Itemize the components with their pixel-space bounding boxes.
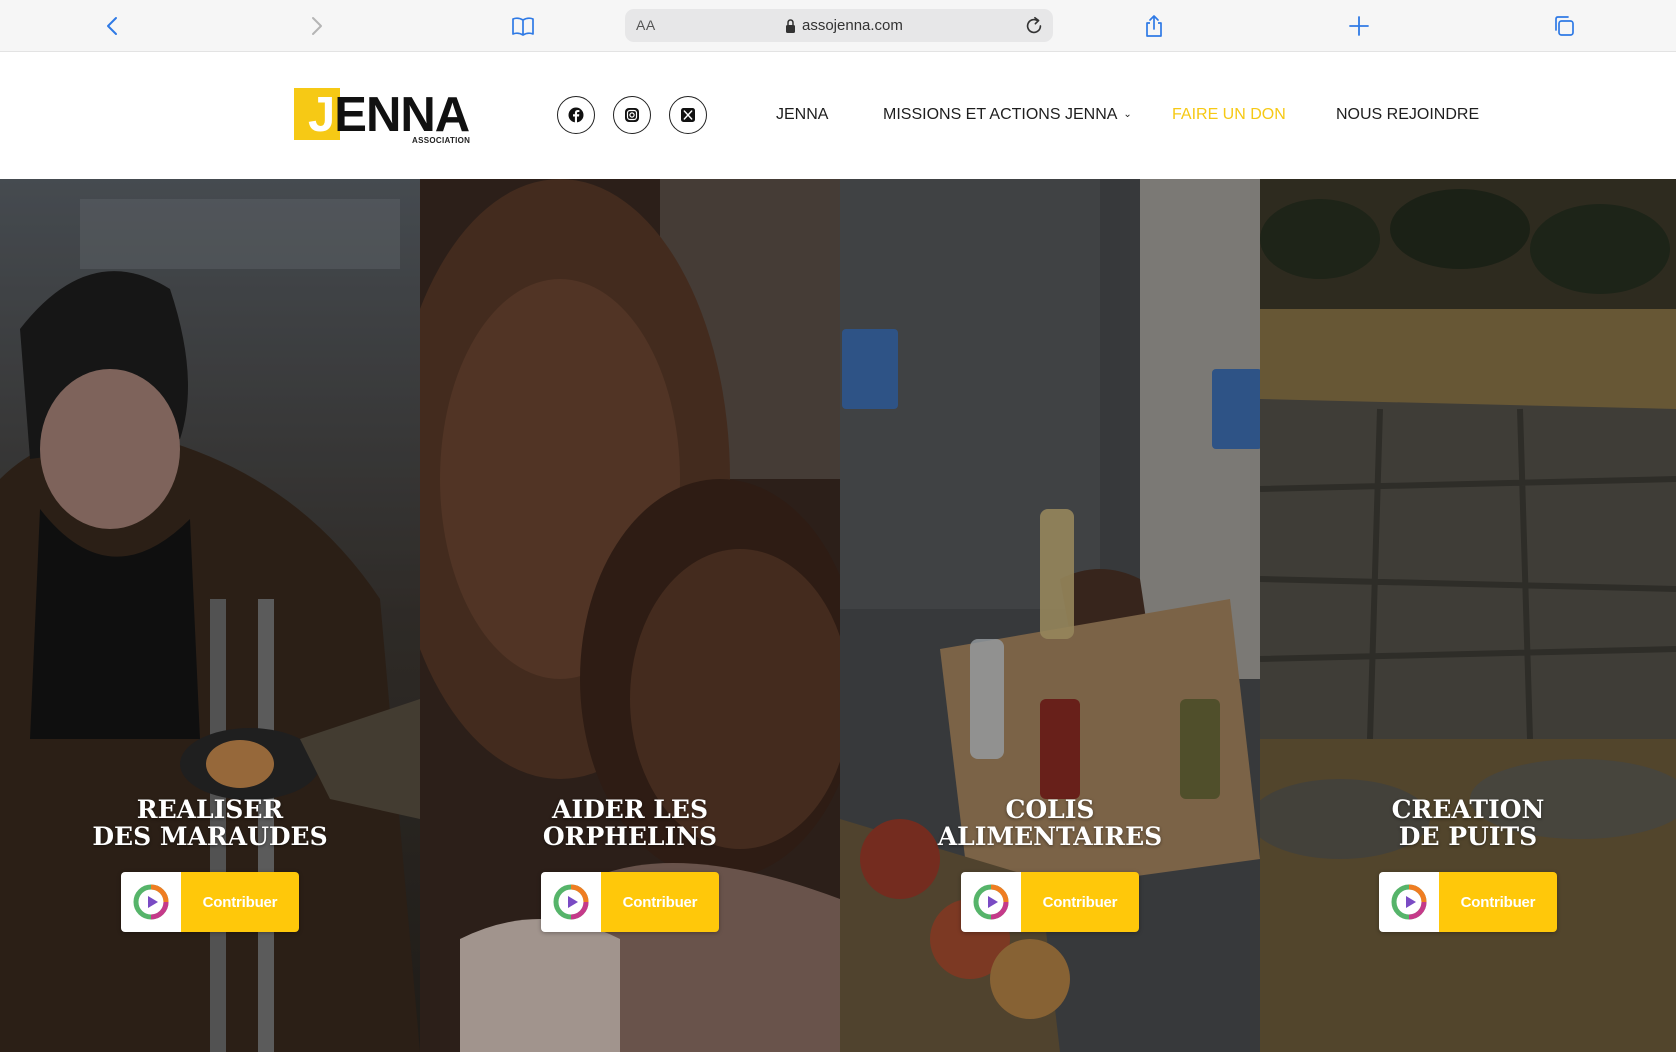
panel-title: AIDER LES ORPHELINS — [542, 795, 718, 851]
panel-title: REALISER DES MARAUDES — [92, 795, 328, 851]
contribute-label: Contribuer — [1439, 872, 1557, 932]
contribute-button[interactable]: Contribuer — [1379, 872, 1557, 932]
logo-name: ENNA — [334, 88, 470, 142]
donation-logo-icon — [133, 884, 169, 920]
url-text: assojenna.com — [802, 17, 903, 34]
panel-maraudes[interactable]: REALISER DES MARAUDES Contribuer — [0, 179, 420, 1052]
reload-icon[interactable] — [1023, 15, 1045, 37]
panel-title: CREATION DE PUITS — [1391, 795, 1545, 851]
share-button[interactable] — [1138, 10, 1170, 42]
nav-missions-label: MISSIONS ET ACTIONS JENNA — [883, 106, 1118, 123]
panel-colis[interactable]: COLIS ALIMENTAIRES Contribuer — [840, 179, 1260, 1052]
chevron-down-icon: ⌄ — [1123, 109, 1132, 120]
tabs-icon — [1555, 16, 1574, 36]
plus-icon — [1349, 16, 1369, 36]
text-size-button[interactable]: AA — [636, 17, 656, 33]
nav-join[interactable]: NOUS REJOINDRE — [1336, 106, 1479, 124]
contribute-label: Contribuer — [181, 872, 299, 932]
site-header: JENNA ASSOCIATION JENNA MISSIONS ET ACTI… — [0, 53, 1676, 179]
x-icon — [681, 108, 695, 122]
address-bar[interactable]: AA assojenna.com — [625, 9, 1053, 42]
facebook-icon — [568, 107, 584, 123]
browser-toolbar: AA assojenna.com — [0, 0, 1676, 52]
contribute-button[interactable]: Contribuer — [121, 872, 299, 932]
nav-donate[interactable]: FAIRE UN DON — [1172, 106, 1286, 124]
lock-icon — [785, 18, 796, 33]
new-tab-button[interactable] — [1343, 10, 1375, 42]
contribute-button[interactable]: Contribuer — [961, 872, 1139, 932]
back-button[interactable] — [97, 10, 129, 42]
contribute-button[interactable]: Contribuer — [541, 872, 719, 932]
donation-logo-icon — [973, 884, 1009, 920]
panel-title: COLIS ALIMENTAIRES — [937, 795, 1163, 851]
contribute-label: Contribuer — [601, 872, 719, 932]
bookmarks-button[interactable] — [507, 10, 539, 42]
hero-panels: REALISER DES MARAUDES Contribuer AIDER L… — [0, 179, 1676, 1052]
tabs-button[interactable] — [1548, 10, 1580, 42]
logo-subtitle: ASSOCIATION — [412, 136, 471, 145]
chevron-left-icon — [107, 17, 117, 35]
panel-orphelins[interactable]: AIDER LES ORPHELINS Contribuer — [420, 179, 840, 1052]
logo-letter: J — [308, 88, 335, 142]
instagram-icon — [625, 108, 639, 122]
donation-logo-icon — [1391, 884, 1427, 920]
nav-missions[interactable]: MISSIONS ET ACTIONS JENNA ⌄ — [883, 106, 1132, 124]
instagram-link[interactable] — [613, 96, 651, 134]
share-icon — [1146, 15, 1162, 37]
donation-logo-icon — [553, 884, 589, 920]
facebook-link[interactable] — [557, 96, 595, 134]
x-link[interactable] — [669, 96, 707, 134]
nav-home[interactable]: JENNA — [776, 106, 828, 124]
site-logo[interactable]: JENNA ASSOCIATION — [294, 88, 474, 146]
contribute-label: Contribuer — [1021, 872, 1139, 932]
forward-button[interactable] — [300, 10, 332, 42]
book-icon — [512, 17, 534, 36]
chevron-right-icon — [312, 17, 322, 35]
panel-puits[interactable]: CREATION DE PUITS Contribuer — [1260, 179, 1676, 1052]
